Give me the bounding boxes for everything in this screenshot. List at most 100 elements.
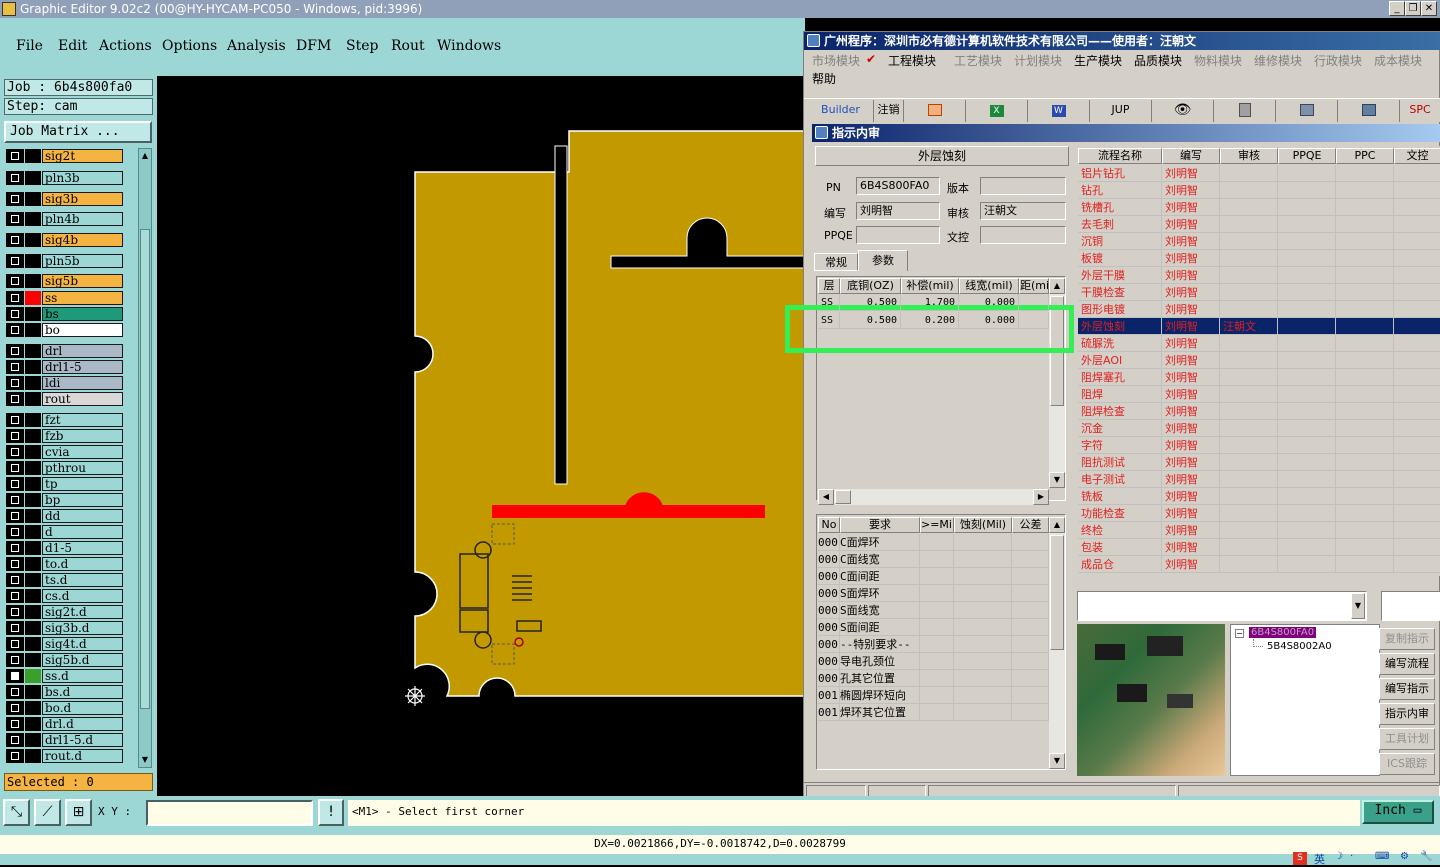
erp-window[interactable]: 广州程序：深圳市必有德计算机软件技术有限公司——使用者：汪朝文 市场模块 ✔ 工… [785,31,1440,809]
layer-name[interactable]: drl [42,344,123,358]
scroll-up-icon[interactable]: ▲ [140,151,150,161]
requirement-empty-cell[interactable] [920,687,954,704]
requirement-empty-cell[interactable] [920,585,954,602]
excel-button[interactable]: X [966,100,1028,122]
layer-checkbox[interactable] [6,192,24,206]
requirement-empty-cell[interactable] [920,670,954,687]
layer-name[interactable]: ldi [42,376,123,390]
side-button[interactable]: 复制指示 [1379,628,1435,650]
flow-empty-cell[interactable] [1394,556,1440,573]
requirement-empty-cell[interactable] [1012,551,1049,568]
flow-empty-cell[interactable] [1278,182,1336,199]
flow-empty-cell[interactable] [1394,454,1440,471]
flow-empty-cell[interactable] [1278,454,1336,471]
flow-empty-cell[interactable] [1394,182,1440,199]
flow-empty-cell[interactable] [1394,250,1440,267]
layer-name[interactable]: drl1-5.d [42,733,123,747]
layer-checkbox[interactable] [6,653,24,667]
flow-empty-cell[interactable] [1394,386,1440,403]
layer-checkbox[interactable] [6,749,24,763]
layer-name[interactable]: cs.d [42,589,123,603]
requirement-empty-cell[interactable] [1012,704,1049,721]
flow-cell[interactable]: 阻抗测试 [1078,454,1162,471]
side-button[interactable]: ICS跟踪 [1379,753,1435,775]
layer-name[interactable]: sig3b.d [42,621,123,635]
layer-name[interactable]: pln4b [42,212,123,226]
flow-cell[interactable] [1220,301,1278,318]
flow-cell[interactable] [1220,216,1278,233]
layer-checkbox[interactable] [6,171,24,185]
flow-cell[interactable] [1220,522,1278,539]
flow-cell[interactable]: 刘明智 [1162,454,1220,471]
flow-empty-cell[interactable] [1336,352,1394,369]
flow-cell[interactable] [1220,471,1278,488]
flow-cell[interactable]: 刘明智 [1162,539,1220,556]
layer-color-swatch[interactable] [25,509,41,523]
requirement-empty-cell[interactable] [920,619,954,636]
tree-child[interactable]: 5B4S8002A0 [1267,641,1332,652]
flow-cell[interactable]: 功能检查 [1078,505,1162,522]
flow-empty-cell[interactable] [1336,522,1394,539]
version-field[interactable] [980,177,1066,195]
flow-empty-cell[interactable] [1336,556,1394,573]
requirement-empty-cell[interactable] [920,534,954,551]
layer-name[interactable]: bs [42,307,123,321]
flow-empty-cell[interactable] [1394,233,1440,250]
flow-empty-cell[interactable] [1336,165,1394,182]
layer-name[interactable]: bs.d [42,685,123,699]
module-quality[interactable]: 品质模块 [1134,52,1182,69]
requirement-empty-cell[interactable] [954,551,1012,568]
menu-file[interactable]: File [16,38,43,54]
requirement-empty-cell[interactable] [954,653,1012,670]
requirement-cell[interactable]: C面间距 [840,568,920,585]
flow-cell[interactable]: 板镀 [1078,250,1162,267]
flow-cell[interactable]: 刘明智 [1162,182,1220,199]
flow-empty-cell[interactable] [1394,505,1440,522]
layer-name[interactable]: d1-5 [42,541,123,555]
flow-empty-cell[interactable] [1336,216,1394,233]
flow-empty-cell[interactable] [1278,522,1336,539]
database-button[interactable] [1214,100,1276,122]
layer-checkbox[interactable] [6,557,24,571]
flow-empty-cell[interactable] [1394,352,1440,369]
zoom-fit-button[interactable]: ⤡ [3,799,30,826]
layer-color-swatch[interactable] [25,323,41,337]
layer-name[interactable]: sig2t.d [42,605,123,619]
layer-color-swatch[interactable] [25,429,41,443]
measure-button[interactable]: ⟋ [34,799,61,826]
flow-cell[interactable]: 刘明智 [1162,318,1220,335]
layer-color-swatch[interactable] [25,749,41,763]
flow-empty-cell[interactable] [1394,216,1440,233]
flow-cell[interactable] [1220,386,1278,403]
requirement-cell[interactable]: 焊环其它位置 [840,704,920,721]
reviewer-field[interactable]: 汪朝文 [980,202,1066,220]
layer-checkbox[interactable] [6,149,24,163]
menu-rout[interactable]: Rout [391,38,425,54]
flow-empty-cell[interactable] [1336,182,1394,199]
requirement-cell[interactable]: 001 [818,704,840,721]
layer-color-swatch[interactable] [25,413,41,427]
flow-empty-cell[interactable] [1278,267,1336,284]
graphic-canvas[interactable] [157,76,805,796]
flow-cell[interactable] [1220,199,1278,216]
flow-cell[interactable] [1220,454,1278,471]
flow-cell[interactable]: 刘明智 [1162,437,1220,454]
layer-color-swatch[interactable] [25,376,41,390]
alert-button[interactable]: ! [318,799,344,826]
flow-cell[interactable]: 硫脲洗 [1078,335,1162,352]
flow-empty-cell[interactable] [1278,471,1336,488]
requirement-cell[interactable]: 000 [818,551,840,568]
flow-cell[interactable]: 汪朝文 [1220,318,1278,335]
flow-empty-cell[interactable] [1336,318,1394,335]
side-button[interactable]: 编写流程 [1379,653,1435,675]
layer-color-swatch[interactable] [25,233,41,247]
layer-color-swatch[interactable] [25,477,41,491]
layer-checkbox[interactable] [6,323,24,337]
requirement-cell[interactable]: 000 [818,585,840,602]
module-repair[interactable]: 维修模块 [1254,52,1302,69]
flow-empty-cell[interactable] [1394,420,1440,437]
requirement-empty-cell[interactable] [954,568,1012,585]
flow-empty-cell[interactable] [1336,471,1394,488]
layer-color-swatch[interactable] [25,254,41,268]
param-hscrollbar[interactable]: ◀ ▶ [818,489,1049,505]
